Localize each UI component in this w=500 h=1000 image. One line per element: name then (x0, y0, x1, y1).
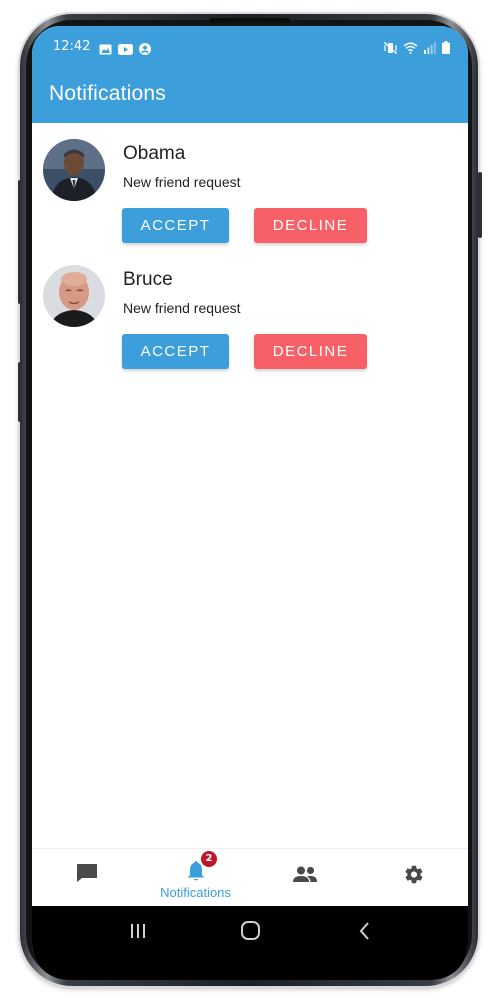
image-icon (99, 40, 112, 59)
notification-badge: 2 (201, 851, 217, 867)
status-icons-right (383, 39, 450, 58)
people-icon (292, 866, 318, 886)
mute-vibrate-icon (383, 39, 398, 58)
notification-item: Bruce New friend request ACCEPT DECLINE (32, 249, 468, 375)
status-icons-left (99, 40, 151, 59)
decline-button[interactable]: DECLINE (254, 334, 367, 369)
home-button[interactable] (231, 918, 271, 944)
signal-icon (424, 39, 436, 58)
app-bar: 12:42 Notifications (32, 26, 468, 123)
notification-list: Obama New friend request ACCEPT DECLINE … (32, 123, 468, 375)
youtube-icon (118, 40, 133, 59)
tab-notifications[interactable]: 2 Notifications (141, 849, 250, 907)
account-icon (139, 40, 151, 59)
power-button (478, 172, 482, 238)
bottom-tab-bar: 2 Notifications (32, 848, 468, 907)
earpiece-speaker (210, 18, 290, 22)
accept-button[interactable]: ACCEPT (122, 334, 229, 369)
home-icon (231, 921, 271, 948)
avatar (43, 265, 105, 327)
battery-icon (442, 39, 450, 58)
android-nav-bar (32, 906, 468, 980)
accept-button[interactable]: ACCEPT (122, 208, 229, 243)
bixby-button (18, 362, 22, 422)
notification-name: Bruce (123, 269, 173, 290)
gear-icon (403, 864, 424, 889)
back-icon (345, 922, 385, 948)
chat-icon (76, 863, 98, 887)
status-time: 12:42 (53, 39, 91, 54)
avatar (43, 139, 105, 201)
back-button[interactable] (345, 918, 385, 944)
screen: 12:42 Notifications Obama New friend req… (32, 26, 468, 980)
tab-label: Notifications (160, 885, 231, 900)
notification-item: Obama New friend request ACCEPT DECLINE (32, 123, 468, 249)
notification-message: New friend request (123, 300, 241, 316)
page-title: Notifications (49, 82, 166, 105)
tab-chats[interactable] (32, 849, 141, 907)
recent-apps-button[interactable] (118, 918, 158, 944)
notification-name: Obama (123, 143, 186, 164)
volume-button (18, 180, 22, 304)
decline-button[interactable]: DECLINE (254, 208, 367, 243)
tab-settings[interactable] (359, 849, 468, 907)
notification-message: New friend request (123, 174, 241, 190)
wifi-icon (403, 39, 418, 58)
recent-apps-icon (118, 924, 158, 948)
tab-friends[interactable] (250, 849, 359, 907)
